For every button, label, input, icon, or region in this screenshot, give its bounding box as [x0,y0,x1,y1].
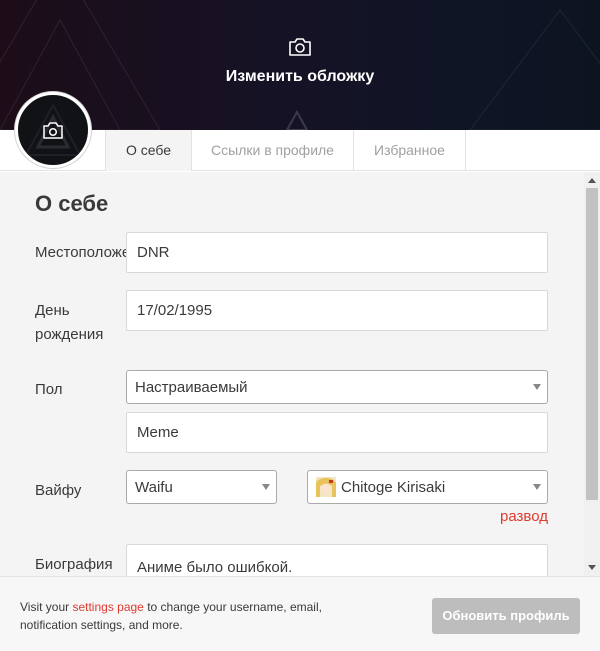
scroll-up-arrow-icon[interactable] [588,178,596,183]
scroll-down-arrow-icon[interactable] [588,565,596,570]
bio-value: Аниме было ошибкой. [137,559,293,576]
waifu-character-select[interactable]: Chitoge Kirisaki [307,470,548,504]
chevron-down-icon [533,384,541,390]
gender-select[interactable]: Настраиваемый [126,370,548,404]
location-label: Местоположение [35,244,127,261]
birthday-label-line2: рождения [35,326,104,343]
change-cover-label[interactable]: Изменить обложку [0,68,600,86]
update-profile-button[interactable]: Обновить профиль [432,598,580,634]
birthday-label-line1: День [35,302,70,319]
chevron-down-icon [533,484,541,490]
footer-text-before: Visit your [20,600,73,614]
tab-about[interactable]: О себе [105,130,192,171]
avatar[interactable] [15,92,91,168]
cover-pattern [0,0,600,130]
custom-gender-value: Meme [137,424,179,441]
location-value: DNR [137,244,170,261]
footer-text: Visit your settings page to change your … [20,598,350,634]
camera-icon[interactable] [288,37,312,57]
character-avatar-icon [316,477,336,497]
scrollbar[interactable] [584,172,600,576]
cover-image[interactable]: Изменить обложку [0,0,600,130]
divorce-link[interactable]: развод [500,508,548,525]
bio-textarea[interactable]: Аниме было ошибкой. [126,544,548,576]
tab-favorites[interactable]: Избранное [354,130,466,171]
custom-gender-input[interactable]: Meme [126,412,548,453]
tab-profile-links[interactable]: Ссылки в профиле [192,130,354,171]
waifu-type-selected: Waifu [135,478,173,496]
waifu-type-select[interactable]: Waifu [126,470,277,504]
camera-icon[interactable] [18,95,88,165]
chevron-down-icon [262,484,270,490]
gender-selected: Настраиваемый [135,378,248,396]
waifu-character-selected: Chitoge Kirisaki [341,478,446,496]
bio-label: Биография [35,556,113,573]
section-title: О себе [35,191,109,216]
profile-editor: Изменить обложку О себе Ссылки в профиле… [0,0,600,651]
scrollbar-thumb[interactable] [586,188,598,500]
settings-page-link[interactable]: settings page [72,600,143,614]
gender-label: Пол [35,381,63,398]
about-panel: О себе Местоположение DNR День рождения … [0,172,584,576]
footer: Visit your settings page to change your … [0,576,600,651]
waifu-label: Вайфу [35,482,82,499]
birthday-value: 17/02/1995 [137,302,213,319]
location-input[interactable]: DNR [126,232,548,273]
birthday-input[interactable]: 17/02/1995 [126,290,548,331]
